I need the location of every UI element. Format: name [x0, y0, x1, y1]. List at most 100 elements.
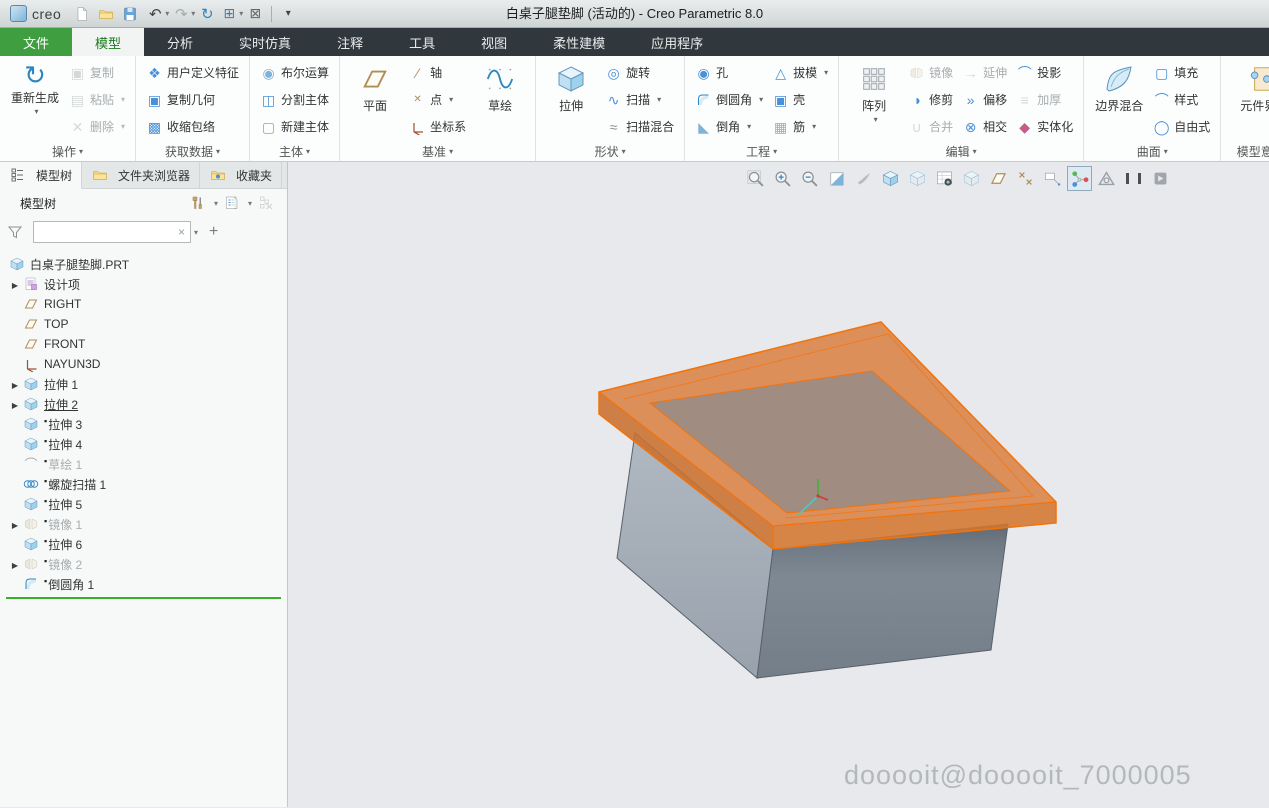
group-label-engineering[interactable]: 工程	[685, 141, 838, 161]
regenerate-quick-button[interactable]: ↻	[197, 4, 217, 24]
tree-display-dropdown-icon[interactable]: ▾	[248, 199, 252, 208]
split-body-button[interactable]: ◫分割主体	[257, 86, 332, 113]
round-button[interactable]: 倒圆角	[692, 86, 766, 113]
plane-button[interactable]: 平面	[347, 59, 403, 141]
chamfer-button[interactable]: ◣倒角	[692, 113, 766, 140]
expand-arrow-icon[interactable]	[8, 277, 22, 291]
tab-annotate[interactable]: 注释	[314, 28, 386, 56]
tab-analysis[interactable]: 分析	[144, 28, 216, 56]
solidify-button[interactable]: ◆实体化	[1013, 113, 1076, 140]
copy-geometry-button[interactable]: ▣复制几何	[143, 86, 242, 113]
tab-model-tree[interactable]: 模型树	[0, 162, 82, 189]
expand-arrow-icon[interactable]	[8, 517, 22, 531]
style-button[interactable]: ⌒样式	[1150, 86, 1213, 113]
shell-button[interactable]: ▣壳	[769, 86, 831, 113]
trim-button[interactable]: ◑修剪	[905, 86, 956, 113]
insert-here-indicator[interactable]	[6, 597, 281, 599]
graphics-viewport[interactable]: dooooit@dooooit_7000005	[288, 162, 1269, 807]
tree-settings-dropdown-icon[interactable]: ▾	[214, 199, 218, 208]
group-label-model-intent[interactable]: 模型意图	[1221, 141, 1269, 161]
open-file-button[interactable]	[97, 4, 119, 24]
tree-item-extrude-4[interactable]: 拉伸 4	[0, 434, 287, 454]
regenerate-button[interactable]: ↻ 重新生成	[7, 59, 63, 141]
point-button[interactable]: ✕点	[406, 86, 469, 113]
tree-item-part[interactable]: 白桌子腿垫脚.PRT	[0, 254, 287, 274]
expand-arrow-icon[interactable]	[8, 557, 22, 571]
sketch-button[interactable]: 草绘	[472, 59, 528, 141]
tab-applications[interactable]: 应用程序	[628, 28, 726, 56]
tab-tools[interactable]: 工具	[386, 28, 458, 56]
sweep-button[interactable]: ∿扫描	[602, 86, 677, 113]
tree-item-extrude-5[interactable]: 拉伸 5	[0, 494, 287, 514]
freestyle-button[interactable]: ◯自由式	[1150, 113, 1213, 140]
tab-model[interactable]: 模型	[72, 28, 144, 56]
tree-item-design-items[interactable]: 设计项	[0, 274, 287, 294]
tab-folder-browser[interactable]: 文件夹浏览器	[82, 162, 200, 188]
window-dropdown-icon[interactable]: ▾	[239, 9, 243, 18]
tab-file[interactable]: 文件	[0, 28, 72, 56]
filter-dropdown-icon[interactable]: ▾	[194, 228, 198, 237]
tree-item-sketch-1[interactable]: ⌒ 草绘 1	[0, 454, 287, 474]
project-button[interactable]: ⌒投影	[1013, 59, 1076, 86]
group-label-editing[interactable]: 编辑	[839, 141, 1083, 161]
draft-button[interactable]: △拔模	[769, 59, 831, 86]
group-label-body[interactable]: 主体	[250, 141, 339, 161]
close-window-button[interactable]: ⊠	[245, 4, 265, 24]
group-label-surfaces[interactable]: 曲面	[1084, 141, 1220, 161]
add-filter-icon[interactable]: +	[209, 223, 218, 241]
tree-item-mirror-2[interactable]: 镜像 2	[0, 554, 287, 574]
customize-toolbar-button[interactable]: ▾	[278, 4, 298, 24]
model-3d-view[interactable]	[288, 162, 1269, 807]
undo-dropdown-icon[interactable]: ▾	[165, 9, 169, 18]
clear-filter-icon[interactable]: ×	[173, 225, 190, 239]
hole-button[interactable]: ◉孔	[692, 59, 766, 86]
tree-item-extrude-1[interactable]: 拉伸 1	[0, 374, 287, 394]
tree-filter-input[interactable]	[34, 225, 173, 239]
extrude-button[interactable]: 拉伸	[543, 59, 599, 141]
tree-item-extrude-3[interactable]: 拉伸 3	[0, 414, 287, 434]
intersect-button[interactable]: ⊗相交	[959, 113, 1010, 140]
tree-item-csys[interactable]: NAYUN3D	[0, 354, 287, 374]
fill-button[interactable]: ▢填充	[1150, 59, 1213, 86]
expand-arrow-icon[interactable]	[8, 377, 22, 391]
tree-item-helical-sweep-1[interactable]: 螺旋扫描 1	[0, 474, 287, 494]
filter-funnel-icon[interactable]	[6, 224, 24, 240]
boolean-operations-button[interactable]: ◉布尔运算	[257, 59, 332, 86]
window-switch-button[interactable]: ⊞	[219, 4, 239, 24]
pattern-button[interactable]: 阵列	[846, 59, 902, 141]
expand-arrow-icon[interactable]	[8, 397, 22, 411]
csys-button[interactable]: 坐标系	[406, 113, 469, 140]
redo-dropdown-icon[interactable]: ▾	[191, 9, 195, 18]
save-button[interactable]	[121, 4, 143, 24]
undo-button[interactable]: ↶	[145, 4, 165, 24]
tree-item-top-plane[interactable]: TOP	[0, 314, 287, 334]
group-label-operations[interactable]: 操作	[0, 141, 135, 161]
offset-button[interactable]: »偏移	[959, 86, 1010, 113]
tab-favorites[interactable]: 收藏夹	[200, 162, 282, 188]
tree-item-mirror-1[interactable]: 镜像 1	[0, 514, 287, 534]
new-file-button[interactable]	[73, 4, 95, 24]
tree-display-options-icon[interactable]	[223, 195, 241, 211]
group-label-datum[interactable]: 基准	[340, 141, 535, 161]
group-label-shapes[interactable]: 形状	[536, 141, 684, 161]
tree-item-extrude-2[interactable]: 拉伸 2	[0, 394, 287, 414]
tab-live-simulation[interactable]: 实时仿真	[216, 28, 314, 56]
tree-item-extrude-6[interactable]: 拉伸 6	[0, 534, 287, 554]
axis-button[interactable]: ∕轴	[406, 59, 469, 86]
swept-blend-button[interactable]: ≈扫描混合	[602, 113, 677, 140]
tab-view[interactable]: 视图	[458, 28, 530, 56]
udf-button[interactable]: ❖用户定义特征	[143, 59, 242, 86]
rib-button[interactable]: ▦筋	[769, 113, 831, 140]
tree-item-round-1[interactable]: 倒圆角 1	[0, 574, 287, 594]
new-body-button[interactable]: ▢新建主体	[257, 113, 332, 140]
boundary-blend-button[interactable]: 边界混合	[1091, 59, 1147, 141]
tree-settings-icon[interactable]	[189, 195, 207, 211]
tab-flexible-modeling[interactable]: 柔性建模	[530, 28, 628, 56]
redo-button[interactable]: ↷	[171, 4, 191, 24]
group-label-get-data[interactable]: 获取数据	[136, 141, 249, 161]
shrinkwrap-button[interactable]: ▩收缩包络	[143, 113, 242, 140]
tree-item-front-plane[interactable]: FRONT	[0, 334, 287, 354]
component-interface-button[interactable]: 元件界面	[1228, 59, 1269, 141]
revolve-button[interactable]: ◎旋转	[602, 59, 677, 86]
tree-item-right-plane[interactable]: RIGHT	[0, 294, 287, 314]
